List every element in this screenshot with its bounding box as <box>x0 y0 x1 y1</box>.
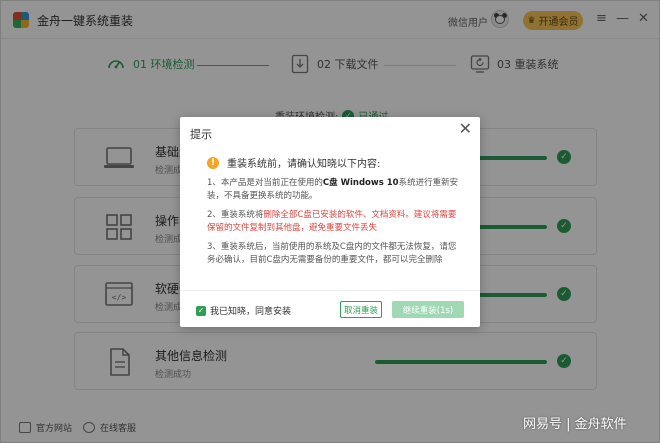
notice-item-2: 2、重装系统将删除全部C盘已安装的软件、文档资料。建议将需要保留的文件复制到其他… <box>207 210 457 233</box>
watermark: 网易号 | 金舟软件 <box>523 417 627 432</box>
dialog-close-icon[interactable]: ✕ <box>459 121 472 137</box>
dialog-body: 1、本产品是对当前正在使用的C盘 Windows 10系统进行重新安装，不具备更… <box>207 177 463 273</box>
agree-checkbox[interactable]: ✓ <box>196 305 206 316</box>
dialog-heading: 重装系统前，请确认知晓以下内容: <box>227 159 381 170</box>
dialog-heading-row: ! 重装系统前，请确认知晓以下内容: <box>207 155 380 170</box>
cancel-reinstall-button[interactable]: 取消重装 <box>340 301 382 318</box>
dialog-divider <box>180 290 480 291</box>
notice-item-3: 3、重装系统后，当前使用的系统及C盘内的文件都无法恢复，请您务必确认，目前C盘内… <box>207 242 457 265</box>
dialog-title: 提示 <box>190 128 212 141</box>
warning-icon: ! <box>207 156 219 169</box>
confirm-dialog: 提示 ✕ ! 重装系统前，请确认知晓以下内容: 1、本产品是对当前正在使用的C盘… <box>180 117 480 327</box>
agree-checkbox-row[interactable]: ✓ 我已知晓，同意安装 <box>196 304 291 317</box>
continue-reinstall-button[interactable]: 继续重装(1s) <box>392 301 464 318</box>
agree-label: 我已知晓，同意安装 <box>210 307 292 317</box>
notice-item-1: 1、本产品是对当前正在使用的C盘 Windows 10系统进行重新安装，不具备更… <box>207 178 459 201</box>
